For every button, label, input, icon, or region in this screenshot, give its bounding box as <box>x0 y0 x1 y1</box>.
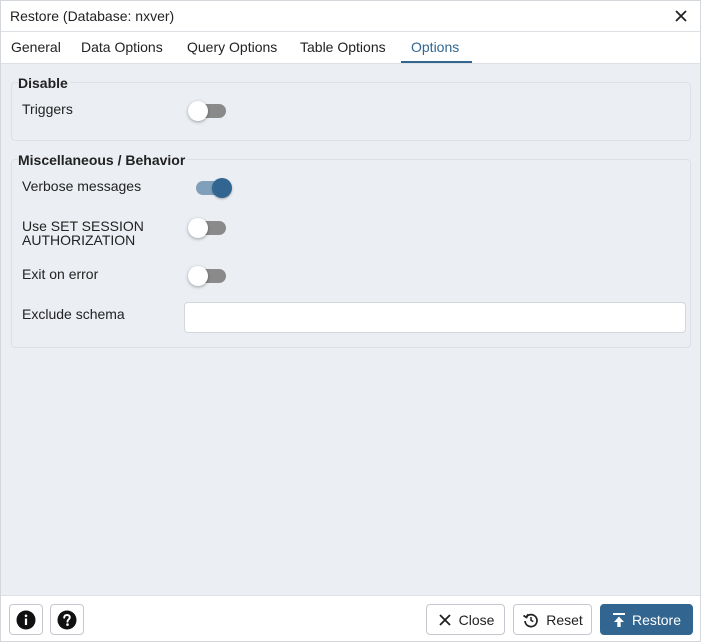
info-button[interactable] <box>9 604 43 635</box>
disable-section <box>11 82 691 141</box>
misc-section-title: Miscellaneous / Behavior <box>18 152 188 168</box>
set-session-toggle-thumb <box>188 218 208 238</box>
set-session-label-line2: AUTHORIZATION <box>22 232 136 248</box>
set-session-toggle[interactable] <box>188 216 228 240</box>
dialog-title: Restore (Database: nxver) <box>10 8 175 24</box>
set-session-label-line1: Use SET SESSION <box>22 218 144 234</box>
verbose-messages-toggle[interactable] <box>196 176 236 200</box>
restore-button[interactable]: Restore <box>600 604 693 635</box>
verbose-messages-label: Verbose messages <box>22 178 142 194</box>
dialog-titlebar: Restore (Database: nxver) <box>1 1 700 32</box>
close-button[interactable]: Close <box>426 604 505 635</box>
help-icon <box>57 610 77 629</box>
disable-section-title: Disable <box>18 75 70 91</box>
tab-query-options[interactable]: Query Options <box>187 32 277 63</box>
upload-icon <box>612 612 625 627</box>
close-icon[interactable] <box>670 5 692 27</box>
tab-table-options[interactable]: Table Options <box>300 32 386 63</box>
exit-on-error-label: Exit on error <box>22 266 99 282</box>
tab-bar: General Data Options Query Options Table… <box>1 32 700 64</box>
exclude-schema-input[interactable] <box>184 302 686 333</box>
restore-button-label: Restore <box>631 611 682 628</box>
verbose-messages-toggle-thumb <box>212 178 232 198</box>
tab-data-options[interactable]: Data Options <box>81 32 163 63</box>
reset-icon <box>523 613 538 627</box>
tab-general[interactable]: General <box>11 32 61 63</box>
dialog-footer: Close Reset Restore <box>1 595 700 641</box>
exclude-schema-label: Exclude schema <box>22 306 125 322</box>
triggers-toggle-thumb <box>188 101 208 121</box>
info-icon <box>16 610 36 629</box>
close-icon <box>438 613 451 626</box>
restore-dialog: Restore (Database: nxver) General Data O… <box>0 0 701 642</box>
exit-on-error-toggle-thumb <box>188 266 208 286</box>
triggers-toggle[interactable] <box>188 99 228 123</box>
close-button-label: Close <box>458 611 495 628</box>
help-button[interactable] <box>50 604 84 635</box>
triggers-label: Triggers <box>22 101 73 117</box>
reset-button-label: Reset <box>546 611 583 628</box>
exit-on-error-toggle[interactable] <box>188 264 228 288</box>
reset-button[interactable]: Reset <box>513 604 592 635</box>
tab-options[interactable]: Options <box>411 32 459 63</box>
active-tab-indicator <box>401 61 472 63</box>
